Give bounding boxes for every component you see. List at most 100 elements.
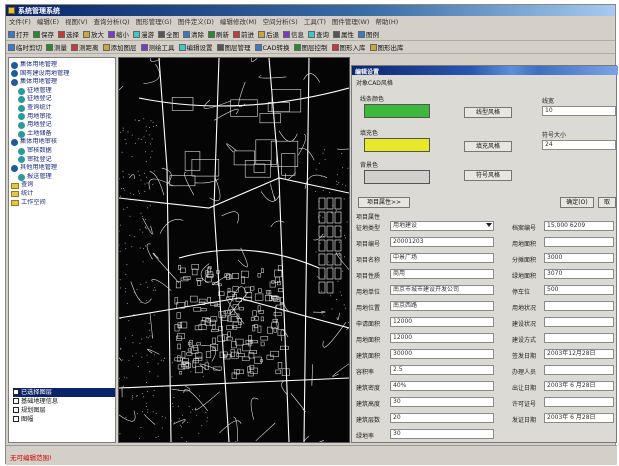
- project-properties-button[interactable]: 项目属性>>: [358, 197, 410, 208]
- toolbar-button[interactable]: 图形出库: [368, 41, 406, 53]
- field-value[interactable]: 15,000 6209: [544, 221, 614, 231]
- menu-item[interactable]: 文件(F): [6, 17, 34, 27]
- field-value[interactable]: 2003年 6 月28日: [544, 413, 614, 423]
- ok-button[interactable]: 确定(O): [560, 197, 594, 208]
- menu-item[interactable]: 编辑修改(M): [217, 17, 260, 27]
- map-view[interactable]: [118, 57, 350, 443]
- field-value[interactable]: [544, 317, 614, 327]
- toolbar-button[interactable]: 测量: [44, 41, 69, 53]
- tree-item[interactable]: 国有建设用地管理: [11, 70, 115, 79]
- field-value[interactable]: [544, 301, 614, 311]
- toolbar-button[interactable]: 后退: [256, 28, 281, 40]
- tree-item[interactable]: 报送管理: [11, 173, 115, 182]
- field-value[interactable]: 3000: [544, 253, 614, 263]
- toolbar-button[interactable]: 属性: [331, 28, 356, 40]
- layer-checkbox[interactable]: [13, 407, 19, 413]
- cad-style-option[interactable]: 对象CAD风格: [356, 78, 393, 87]
- dropdown-arrow-icon[interactable]: [486, 223, 492, 227]
- toolbar-button[interactable]: 保存: [31, 28, 56, 40]
- layer-checkbox[interactable]: [13, 398, 19, 404]
- toolbar-button[interactable]: 漫游: [131, 28, 156, 40]
- field-value[interactable]: [544, 397, 614, 407]
- fill-color-swatch[interactable]: [364, 138, 430, 152]
- toolbar-button[interactable]: 图层管理: [215, 41, 253, 53]
- tree-item[interactable]: 用地登记: [11, 121, 115, 130]
- field-value[interactable]: [544, 237, 614, 247]
- tree-item[interactable]: 征地管理: [11, 87, 115, 96]
- toolbar-button[interactable]: 信息: [281, 28, 306, 40]
- toolbar-button[interactable]: 打开: [6, 28, 31, 40]
- field-value[interactable]: 商用: [390, 269, 494, 279]
- tree-item[interactable]: 审批登记: [11, 156, 115, 165]
- tree-item[interactable]: 其他用地管理: [11, 164, 115, 173]
- field-value[interactable]: 3070: [544, 269, 614, 279]
- toolbar-button[interactable]: 刷新: [206, 28, 231, 40]
- field-value[interactable]: 南京西路: [390, 301, 494, 311]
- tree-item[interactable]: 集体用地管理: [11, 78, 115, 87]
- menu-item[interactable]: 查询分析(Q): [91, 17, 133, 27]
- fill-style-button[interactable]: 填充风格: [464, 141, 512, 152]
- tree-item[interactable]: 土地储备: [11, 130, 115, 139]
- toolbar-button[interactable]: 查询: [306, 28, 331, 40]
- field-value[interactable]: 中景广场: [390, 253, 494, 263]
- cancel-button[interactable]: 取: [598, 197, 616, 208]
- menu-item[interactable]: 图件管理(W): [329, 17, 373, 27]
- tree-item[interactable]: 征地登记: [11, 95, 115, 104]
- toolbar-button[interactable]: 图形入库: [330, 41, 368, 53]
- layer-item[interactable]: 图幅: [13, 415, 115, 424]
- layer-checkbox[interactable]: [13, 416, 19, 422]
- layer-item[interactable]: 已选择图层: [13, 388, 115, 397]
- field-value[interactable]: 30: [390, 429, 494, 439]
- tree-item[interactable]: 集体用地审核: [11, 138, 115, 147]
- layer-item[interactable]: 规划图层: [13, 406, 115, 415]
- field-value[interactable]: 20: [390, 413, 494, 423]
- toolbar-button[interactable]: 测绘工具: [139, 41, 177, 53]
- tree-item[interactable]: 审核数据: [11, 147, 115, 156]
- field-value[interactable]: 12000: [390, 333, 494, 343]
- toolbar-button[interactable]: 全图: [156, 28, 181, 40]
- menu-item[interactable]: 视图(V): [62, 17, 91, 27]
- toolbar-button[interactable]: 前进: [231, 28, 256, 40]
- toolbar-button[interactable]: 添加图层: [101, 41, 139, 53]
- line-width-input[interactable]: 10: [542, 106, 616, 116]
- field-value[interactable]: 40%: [390, 381, 494, 391]
- toolbar-button[interactable]: 编辑设置: [177, 41, 215, 53]
- field-value[interactable]: 用地建设: [390, 221, 494, 231]
- field-value[interactable]: 2.5: [390, 365, 494, 375]
- toolbar-button[interactable]: 清除: [181, 28, 206, 40]
- field-value[interactable]: 12000: [390, 317, 494, 327]
- tree-item[interactable]: 集体用地管理: [11, 61, 115, 70]
- toolbar-button[interactable]: 放大: [81, 28, 106, 40]
- field-value[interactable]: 30000: [390, 349, 494, 359]
- tree-item[interactable]: 工作空间: [11, 199, 115, 208]
- tree-item[interactable]: 查询统计: [11, 104, 115, 113]
- field-value[interactable]: 500: [544, 285, 614, 295]
- field-value[interactable]: [544, 333, 614, 343]
- layer-item[interactable]: 基础地理信息: [13, 397, 115, 406]
- tree-item[interactable]: 统计: [11, 190, 115, 199]
- symbol-size-input[interactable]: 24: [542, 140, 616, 150]
- line-style-button[interactable]: 线型风格: [464, 107, 512, 118]
- toolbar-button[interactable]: 选择: [56, 28, 81, 40]
- field-value[interactable]: 2003年12月28日: [544, 349, 614, 359]
- tree-item[interactable]: 查询: [11, 181, 115, 190]
- menu-item[interactable]: 编辑(E): [34, 17, 62, 27]
- menu-item[interactable]: 图件定义(D): [175, 17, 217, 27]
- field-value[interactable]: [544, 365, 614, 375]
- line-color-swatch[interactable]: [364, 104, 430, 118]
- menu-item[interactable]: 帮助(H): [372, 17, 401, 27]
- field-value[interactable]: 南京市城市建设开发公司: [390, 285, 494, 295]
- toolbar-button[interactable]: 图层控制: [292, 41, 330, 53]
- layer-checkbox[interactable]: [13, 389, 19, 395]
- toolbar-button[interactable]: 缩小: [106, 28, 131, 40]
- toolbar-button[interactable]: 临时剪切: [6, 41, 44, 53]
- toolbar-button[interactable]: 图例: [356, 28, 381, 40]
- field-value[interactable]: 20001203: [390, 237, 494, 247]
- field-value[interactable]: 30: [390, 397, 494, 407]
- field-value[interactable]: 2003年 6 月28日: [544, 381, 614, 391]
- menu-item[interactable]: 空间分析(S): [260, 17, 301, 27]
- background-color-swatch[interactable]: [364, 170, 430, 184]
- toolbar-button[interactable]: 测距离: [69, 41, 101, 53]
- menu-item[interactable]: 工具(T): [301, 17, 329, 27]
- symbol-style-button[interactable]: 符号风格: [464, 170, 512, 181]
